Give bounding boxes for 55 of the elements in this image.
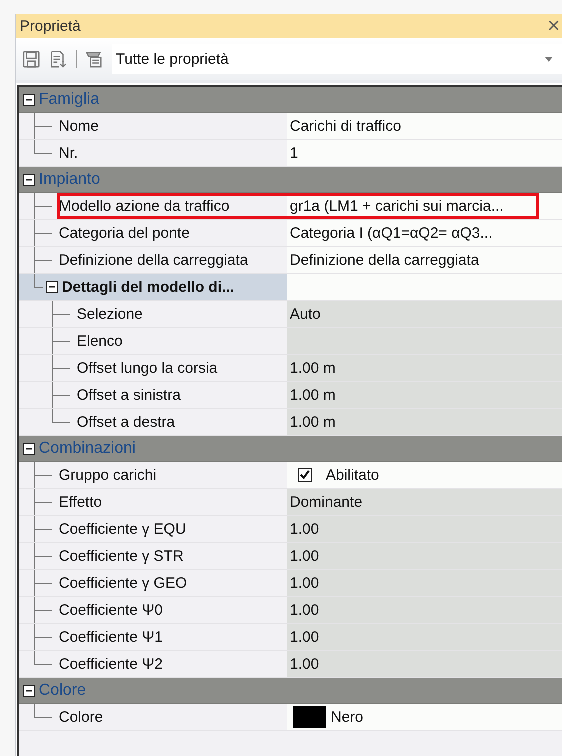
property-name: Coefficiente γ EQU: [59, 520, 186, 538]
save-icon[interactable]: [22, 50, 41, 68]
property-value[interactable]: 1: [287, 140, 562, 166]
property-name: Coefficiente γ STR: [59, 548, 184, 564]
property-name: Offset lungo la corsia: [77, 360, 218, 376]
property-value[interactable]: Categoria I (αQ1=αQ2= αQ3...: [287, 220, 562, 246]
property-name: Elenco: [77, 332, 123, 350]
panel-title: Proprietà: [20, 18, 81, 34]
property-value: 1.00 m: [287, 382, 562, 408]
property-value[interactable]: Definizione della carreggiata: [287, 247, 562, 273]
property-value: 1.00: [287, 651, 562, 677]
property-name: Nr.: [59, 144, 78, 162]
collapse-icon[interactable]: [23, 94, 35, 106]
property-name: Effetto: [59, 494, 102, 510]
property-name: Coefficiente Ψ2: [59, 656, 163, 672]
property-value: 1.00 m: [287, 355, 562, 381]
document-arrow-icon[interactable]: [49, 50, 68, 68]
property-value: 1.00: [287, 543, 562, 569]
property-value: 1.00: [287, 516, 562, 542]
property-name: Coefficiente Ψ1: [59, 628, 163, 646]
filter-book-icon[interactable]: [85, 50, 104, 68]
property-value: Dominante: [287, 489, 562, 515]
property-name: Coefficiente Ψ0: [59, 602, 163, 618]
collapse-icon[interactable]: [23, 174, 35, 186]
category-label: Colore: [39, 682, 86, 700]
property-name: Modello azione da traffico: [59, 198, 230, 214]
collapse-icon[interactable]: [46, 281, 58, 293]
category-label: Famiglia: [39, 90, 100, 108]
category-label: Combinazioni: [39, 440, 136, 458]
property-name: Coefficiente γ GEO: [59, 574, 188, 592]
property-name: Gruppo carichi: [59, 466, 157, 484]
color-swatch[interactable]: [293, 706, 326, 728]
close-button[interactable]: ×: [546, 18, 562, 34]
category-label: Impianto: [39, 170, 100, 188]
property-name: Nome: [59, 118, 100, 134]
property-filter-dropdown[interactable]: Tutte le proprietà: [112, 44, 562, 74]
checkbox[interactable]: [298, 468, 312, 482]
property-name: Categoria del ponte: [59, 224, 190, 242]
checkbox-label: Abilitato: [326, 466, 380, 484]
color-name: Nero: [331, 708, 364, 726]
property-value: 1.00 m: [287, 409, 562, 435]
property-value[interactable]: Carichi di traffico: [287, 113, 562, 139]
property-value: 1.00: [287, 570, 562, 596]
collapse-icon[interactable]: [23, 684, 35, 696]
property-name: Colore: [59, 708, 104, 726]
collapse-icon[interactable]: [23, 442, 35, 454]
property-name: Definizione della carreggiata: [59, 252, 248, 268]
property-value: 1.00: [287, 624, 562, 650]
property-value: 1.00: [287, 597, 562, 623]
dropdown-caret-icon[interactable]: [545, 56, 553, 62]
subgroup-label: Dettagli del modello di...: [62, 278, 235, 296]
property-name: Offset a sinistra: [77, 386, 181, 404]
property-name: Selezione: [77, 306, 143, 322]
property-value: Auto: [287, 301, 562, 327]
property-name: Offset a destra: [77, 414, 176, 430]
